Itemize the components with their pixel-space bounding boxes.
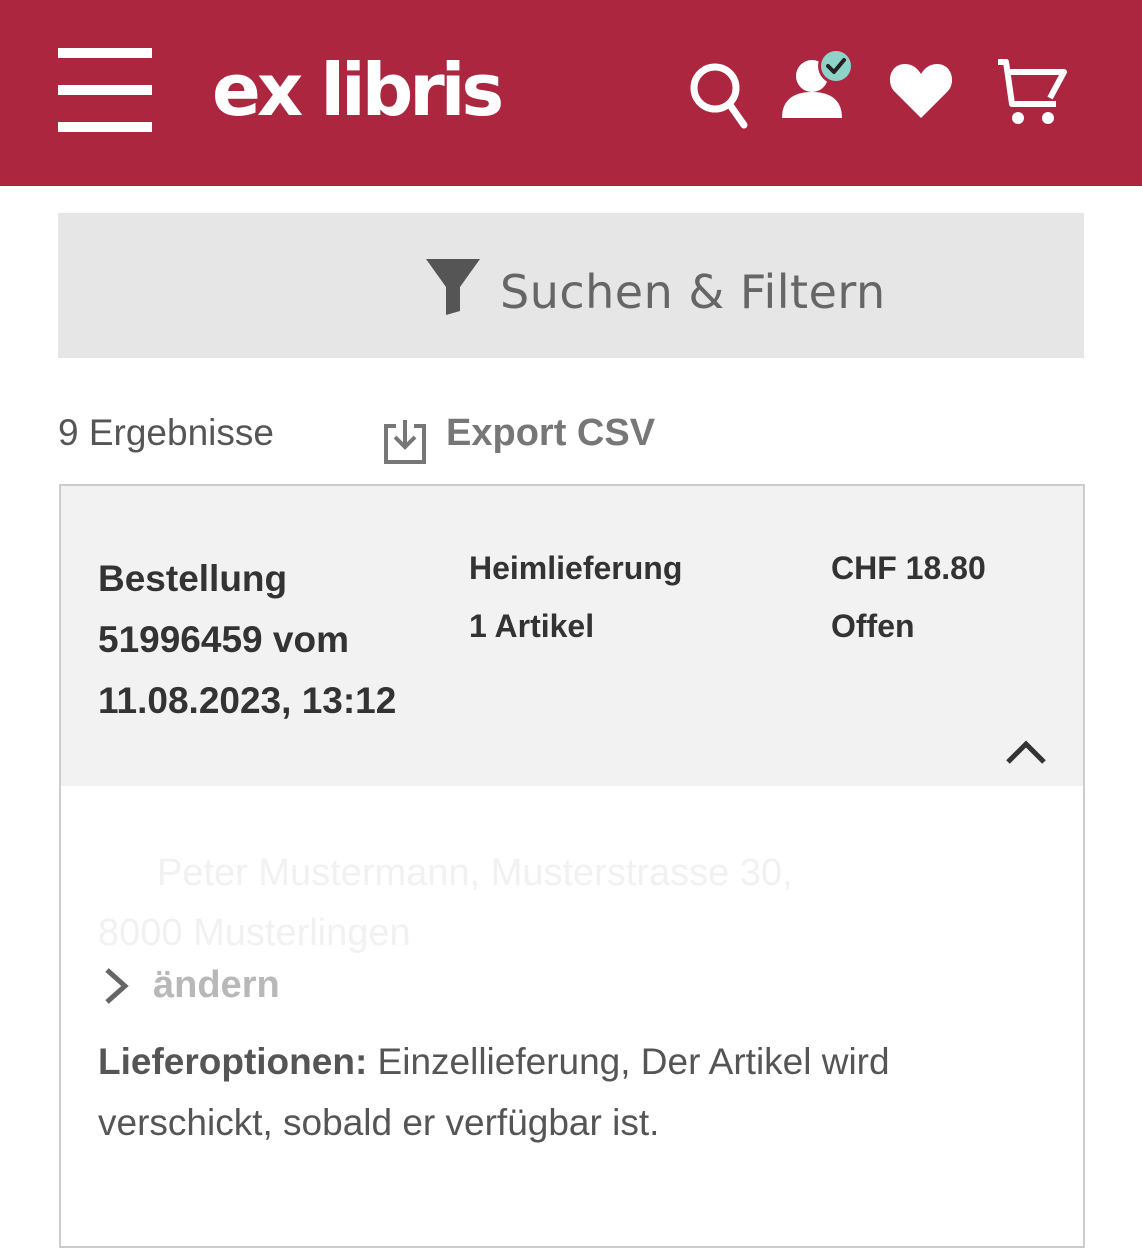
order-status: Offen — [831, 608, 915, 644]
delivery-options: Lieferoptionen: Einzellieferung, Der Art… — [98, 1031, 1028, 1153]
order-title-line-1: Bestellung — [98, 558, 288, 599]
order-title-line-2: 51996459 vom — [98, 619, 349, 660]
order-price: CHF 18.80 — [831, 550, 986, 586]
search-filter-button[interactable]: Suchen & Filtern — [58, 213, 1084, 358]
search-filter-label: Suchen & Filtern — [500, 265, 886, 319]
funnel-icon — [426, 259, 480, 315]
app-header: ex libris — [0, 0, 1142, 186]
order-card: Bestellung 51996459 vom 11.08.2023, 13:1… — [59, 484, 1085, 1248]
ex-libris-logo[interactable]: ex libris — [212, 50, 504, 130]
shipping-address-line-1: Peter Mustermann, Musterstrasse 30, — [157, 852, 793, 894]
verified-check-icon — [818, 48, 854, 84]
delivery-options-label: Lieferoptionen: — [98, 1041, 368, 1082]
delivery-type: Heimlieferung — [469, 550, 683, 586]
account-icon[interactable] — [780, 46, 862, 122]
export-csv-label: Export CSV — [446, 412, 656, 454]
shipping-address-line-2: 8000 Musterlingen — [98, 912, 411, 954]
heart-icon[interactable] — [888, 60, 954, 120]
order-header[interactable]: Bestellung 51996459 vom 11.08.2023, 13:1… — [61, 486, 1083, 786]
item-count: 1 Artikel — [469, 608, 595, 644]
chevron-up-icon[interactable] — [1004, 736, 1048, 766]
results-count: 9 Ergebnisse — [58, 412, 274, 453]
menu-icon[interactable] — [58, 48, 152, 132]
chevron-right-icon — [105, 968, 129, 1004]
order-title: Bestellung 51996459 vom 11.08.2023, 13:1… — [98, 548, 396, 731]
change-address-label: ändern — [153, 964, 280, 1006]
download-icon — [384, 420, 426, 464]
search-icon[interactable] — [688, 60, 750, 132]
order-title-line-3: 11.08.2023, 13:12 — [98, 680, 397, 721]
cart-icon[interactable] — [994, 54, 1070, 130]
